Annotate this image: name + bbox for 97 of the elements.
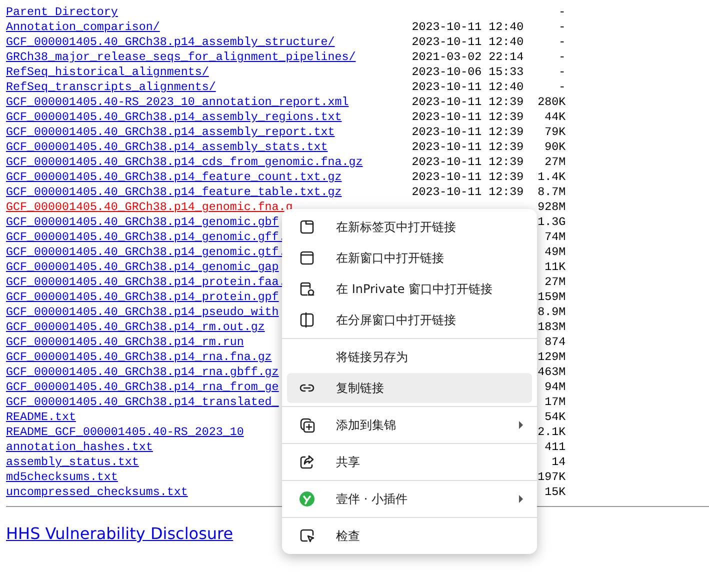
file-link[interactable]: GCF_000001405.40_GRCh38.p14_genomic.gtf. [6, 245, 286, 259]
inspect-icon [299, 528, 315, 544]
file-link[interactable]: GCF_000001405.40_GRCh38.p14_rna_from_ge [6, 380, 279, 394]
file-size: 27M [544, 275, 566, 289]
file-size: 27M [544, 155, 566, 169]
file-size: 8.7M [538, 185, 566, 199]
modified-date: 2023-10-11 12:39 [412, 185, 524, 199]
file-link[interactable]: GCF_000001405.40_GRCh38.p14_protein.gpf [6, 290, 279, 304]
file-link[interactable]: GCF_000001405.40_GRCh38.p14_rm.out.gz [6, 320, 265, 334]
modified-date: 2023-10-11 12:40 [412, 80, 524, 94]
file-link[interactable]: README.txt [6, 410, 76, 424]
split-screen-icon [299, 312, 315, 328]
collections-icon [299, 417, 315, 433]
file-size: 14 [552, 455, 566, 469]
file-size: 8.9M [538, 305, 566, 319]
file-link[interactable]: GRCh38_major_release_seqs_for_alignment_pipelines/ [6, 50, 356, 64]
file-link[interactable]: GCF_000001405.40_GRCh38.p14_feature_table.txt.gz [6, 185, 342, 199]
modified-date: 2023-10-11 12:39 [412, 95, 524, 109]
file-size: 928M [538, 200, 566, 214]
file-link[interactable]: GCF_000001405.40_GRCh38.p14_assembly_structure/ [6, 35, 335, 49]
file-size: 2.1K [538, 425, 566, 439]
menu-item[interactable]: 检查 [287, 521, 532, 551]
file-link[interactable]: Parent Directory [6, 5, 118, 19]
file-size: 197K [538, 470, 566, 484]
file-size: - [558, 65, 566, 79]
file-link[interactable]: GCF_000001405.40_GRCh38.p14_genomic.gbf [6, 215, 279, 229]
file-link[interactable]: RefSeq_transcripts_alignments/ [6, 80, 216, 94]
menu-item[interactable]: 在 InPrivate 窗口中打开链接 [287, 274, 532, 304]
file-link[interactable]: GCF_000001405.40_GRCh38.p14_genomic.fna.g [6, 200, 293, 214]
file-size: - [558, 80, 566, 94]
file-link[interactable]: GCF_000001405.40_GRCh38.p14_assembly_stats.txt [6, 140, 328, 154]
file-link[interactable]: GCF_000001405.40_GRCh38.p14_translated_ [6, 395, 279, 409]
menu-item[interactable]: 复制链接 [287, 373, 532, 403]
menu-item[interactable]: 共享 [287, 447, 532, 477]
window-icon [299, 250, 315, 266]
file-size: 874 [544, 335, 566, 349]
file-link[interactable]: GCF_000001405.40_GRCh38.p14_cds_from_genomic.fna.gz [6, 155, 363, 169]
share-icon [299, 454, 315, 470]
modified-date: 2023-10-11 12:39 [412, 155, 524, 169]
file-size: 15K [544, 485, 566, 499]
file-size: 90K [544, 140, 566, 154]
modified-date: 2023-10-11 12:39 [412, 110, 524, 124]
file-size: - [558, 35, 566, 49]
menu-item[interactable]: 添加到集锦 [287, 410, 532, 440]
file-size: 44K [544, 110, 566, 124]
file-size: 74M [544, 230, 566, 244]
menu-item[interactable]: 在新标签页中打开链接 [287, 212, 532, 242]
file-link[interactable]: GCF_000001405.40-RS_2023_10_annotation_report.xml [6, 95, 349, 109]
file-size: 79K [544, 125, 566, 139]
modified-date: 2023-10-11 12:39 [412, 125, 524, 139]
file-size: 1.4K [538, 170, 566, 184]
menu-item[interactable]: 在新窗口中打开链接 [287, 243, 532, 273]
private-window-icon [299, 281, 315, 297]
extension-logo-icon [299, 491, 315, 507]
file-link[interactable]: assembly_status.txt [6, 455, 139, 469]
file-link[interactable]: GCF_000001405.40_GRCh38.p14_pseudo_with [6, 305, 279, 319]
file-link[interactable]: GCF_000001405.40_GRCh38.p14_rm.run [6, 335, 244, 349]
file-link[interactable]: README_GCF_000001405.40-RS_2023_10 [6, 425, 244, 439]
file-size: 183M [538, 320, 566, 334]
file-size: - [558, 20, 566, 34]
file-link[interactable]: RefSeq_historical_alignments/ [6, 65, 209, 79]
menu-item[interactable]: 将链接另存为 [287, 342, 532, 372]
file-link[interactable]: GCF_000001405.40_GRCh38.p14_genomic_gap [6, 260, 279, 274]
file-size: 129M [538, 350, 566, 364]
file-size: 54K [544, 410, 566, 424]
file-link[interactable]: uncompressed_checksums.txt [6, 485, 188, 499]
file-size: 11K [544, 260, 566, 274]
file-size: 49M [544, 245, 566, 259]
file-link[interactable]: GCF_000001405.40_GRCh38.p14_assembly_report.txt [6, 125, 335, 139]
file-size: - [558, 50, 566, 64]
modified-date: 2023-10-11 12:39 [412, 140, 524, 154]
file-size: 463M [538, 365, 566, 379]
file-link[interactable]: GCF_000001405.40_GRCh38.p14_rna.fna.gz [6, 350, 272, 364]
file-link[interactable]: GCF_000001405.40_GRCh38.p14_feature_count.txt.gz [6, 170, 342, 184]
file-link[interactable]: md5checksums.txt [6, 470, 118, 484]
modified-date: 2023-10-11 12:39 [412, 170, 524, 184]
modified-date: 2021-03-02 22:14 [412, 50, 524, 64]
file-link[interactable]: annotation_hashes.txt [6, 440, 153, 454]
file-size: 1.3G [538, 215, 566, 229]
file-size: 94M [544, 380, 566, 394]
file-link[interactable]: GCF_000001405.40_GRCh38.p14_assembly_regions.txt [6, 110, 342, 124]
file-link[interactable]: GCF_000001405.40_GRCh38.p14_rna.gbff.gz [6, 365, 279, 379]
modified-date: 2023-10-11 12:40 [412, 35, 524, 49]
modified-date: 2023-10-11 12:40 [412, 20, 524, 34]
file-size: - [558, 5, 566, 19]
tab-icon [299, 219, 315, 235]
file-link[interactable]: GCF_000001405.40_GRCh38.p14_genomic.gff. [6, 230, 286, 244]
menu-item[interactable]: 在分屏窗口中打开链接 [287, 305, 532, 335]
modified-date: 2023-10-06 15:33 [412, 65, 524, 79]
file-link[interactable]: GCF_000001405.40_GRCh38.p14_protein.faa. [6, 275, 286, 289]
file-size: 411 [544, 440, 566, 454]
footer-link[interactable]: HHS Vulnerability Disclosure [6, 524, 234, 543]
file-size: 17M [544, 395, 566, 409]
menu-item[interactable]: 壹伴 · 小插件 [287, 484, 532, 514]
file-link[interactable]: Annotation_comparison/ [6, 20, 160, 34]
file-size: 280K [538, 95, 566, 109]
file-size: 159M [538, 290, 566, 304]
